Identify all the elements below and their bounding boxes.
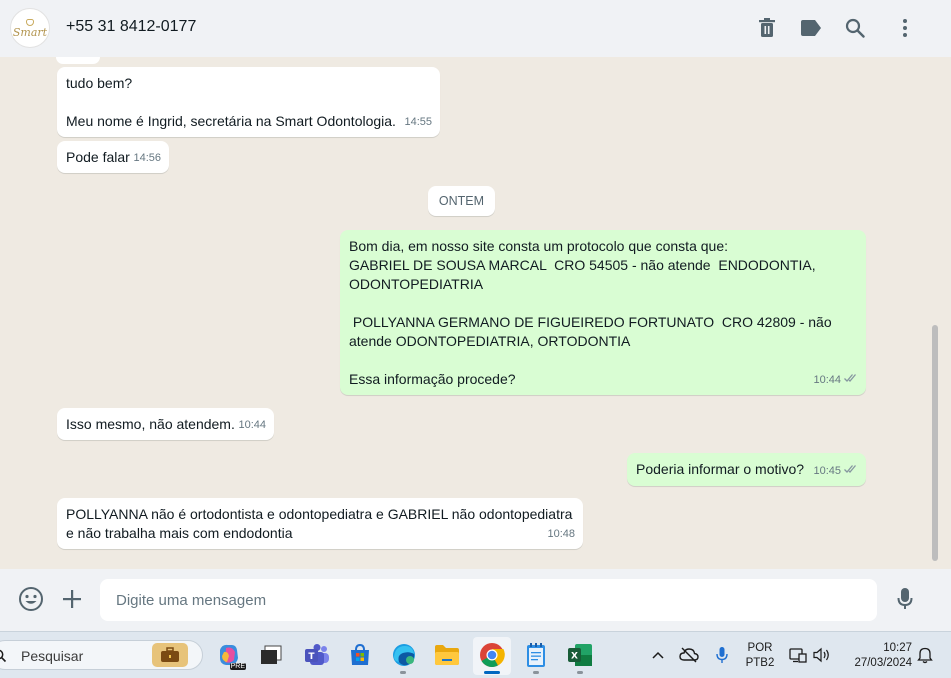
menu-icon[interactable] <box>891 14 919 42</box>
chat-header: Smart +55 31 8412-0177 <box>0 0 951 57</box>
copilot-icon[interactable]: PRE <box>214 640 246 670</box>
svg-text:X: X <box>571 652 578 662</box>
cloud-offline-icon[interactable] <box>679 645 699 665</box>
clock-time[interactable]: 10:27 <box>842 641 912 655</box>
tooth-logo-icon <box>26 18 34 26</box>
message-time-block: 10:45 <box>813 462 858 481</box>
message-text: Bom dia, em nosso site consta um protoco… <box>349 238 832 387</box>
label-icon[interactable] <box>797 14 825 42</box>
message-time: 10:48 <box>547 528 575 540</box>
chat-scrollbar-thumb[interactable] <box>932 325 938 561</box>
search-highlight-briefcase-icon <box>152 643 188 667</box>
message-text: tudo bem? Meu nome é Ingrid, secretária … <box>66 75 396 129</box>
chrome-icon[interactable] <box>477 640 507 670</box>
date-separator: ONTEM <box>428 186 495 216</box>
svg-text:T: T <box>308 652 315 662</box>
language-indicator-top[interactable]: POR <box>742 641 778 655</box>
message-time: 14:56 <box>133 152 161 164</box>
edge-running-indicator <box>400 671 406 674</box>
double-check-icon <box>844 371 858 390</box>
message-outgoing[interactable]: Poderia informar o motivo? 10:45 <box>627 453 866 486</box>
microphone-icon[interactable] <box>891 585 919 613</box>
language-indicator-bottom[interactable]: PTB2 <box>742 656 778 670</box>
partial-message <box>56 57 100 64</box>
excel-icon[interactable]: X <box>565 640 595 670</box>
message-time: 14:55 <box>404 116 432 128</box>
chrome-active-indicator <box>484 671 500 674</box>
taskbar-microphone-icon[interactable] <box>712 645 732 665</box>
message-text: Isso mesmo, não atendem. <box>66 416 235 432</box>
notification-bell-icon[interactable] <box>915 645 935 665</box>
message-incoming[interactable]: Isso mesmo, não atendem. 10:44 <box>57 408 274 440</box>
message-time-block: 10:44 <box>813 371 858 390</box>
message-incoming[interactable]: tudo bem? Meu nome é Ingrid, secretária … <box>57 67 440 137</box>
message-time: 10:45 <box>813 465 841 477</box>
message-text: POLLYANNA não é ortodontista e odontoped… <box>66 506 573 541</box>
message-incoming[interactable]: Pode falar 14:56 <box>57 141 169 173</box>
avatar-logo-text: Smart <box>12 25 48 39</box>
contact-avatar[interactable]: Smart <box>10 8 50 48</box>
edge-icon[interactable] <box>389 640 419 670</box>
copilot-pre-badge: PRE <box>229 663 246 670</box>
message-time: 10:44 <box>238 419 266 431</box>
excel-running-indicator <box>577 671 583 674</box>
microsoft-store-icon[interactable] <box>345 640 375 670</box>
file-explorer-icon[interactable] <box>432 640 462 670</box>
message-input[interactable] <box>100 579 877 621</box>
clock-date[interactable]: 27/03/2024 <box>842 656 912 670</box>
teams-icon[interactable]: T <box>302 640 332 670</box>
search-icon[interactable] <box>841 14 869 42</box>
chevron-up-icon[interactable] <box>648 645 668 665</box>
notepad-running-indicator <box>533 671 539 674</box>
attach-plus-icon[interactable] <box>58 585 86 613</box>
emoji-icon[interactable] <box>17 585 45 613</box>
message-outgoing[interactable]: Bom dia, em nosso site consta um protoco… <box>340 230 866 395</box>
trash-icon[interactable] <box>753 14 781 42</box>
contact-name[interactable]: +55 31 8412-0177 <box>66 18 196 36</box>
double-check-icon <box>844 462 858 481</box>
message-incoming[interactable]: POLLYANNA não é ortodontista e odontoped… <box>57 498 583 549</box>
taskbar-search-icon <box>0 649 7 663</box>
task-view-icon[interactable] <box>256 640 286 670</box>
volume-icon[interactable] <box>812 645 832 665</box>
message-time: 10:44 <box>813 374 841 386</box>
taskbar-search-placeholder: Pesquisar <box>21 648 84 664</box>
network-icon[interactable] <box>788 645 808 665</box>
notepad-icon[interactable] <box>521 640 551 670</box>
